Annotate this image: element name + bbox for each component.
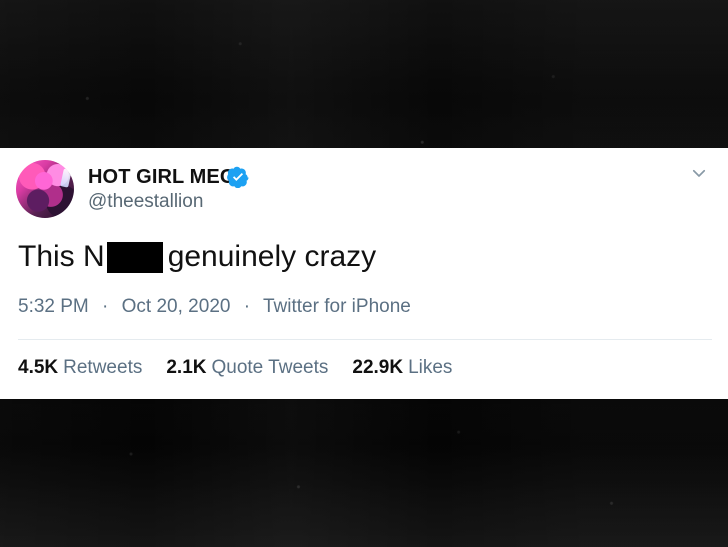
retweets-count: 4.5K [18,357,59,378]
tweet-source[interactable]: Twitter for iPhone [263,296,411,317]
tweet-metadata: 5:32 PM · Oct 20, 2020 · Twitter for iPh… [18,296,411,318]
tweet-time[interactable]: 5:32 PM [18,296,89,317]
tweet-card[interactable]: HOT GIRL MEG @theestallion This N genuine… [0,148,728,399]
tweet-text: This N genuinely crazy [18,239,376,274]
tweet-menu-button[interactable] [688,162,710,184]
redaction-block [106,241,163,273]
avatar[interactable] [16,160,74,218]
stats-divider [18,339,712,340]
meta-separator: · [243,296,251,317]
tweet-date[interactable]: Oct 20, 2020 [122,296,231,317]
quote-tweets-stat[interactable]: 2.1K Quote Tweets [166,357,328,379]
quote-tweets-count: 2.1K [166,357,207,378]
display-name[interactable]: HOT GIRL MEG [88,166,236,189]
chevron-down-icon [692,169,706,177]
meta-separator: · [102,296,109,317]
user-handle[interactable]: @theestallion [88,191,203,213]
likes-stat[interactable]: 22.9K Likes [352,357,452,379]
likes-label: Likes [408,357,453,378]
retweets-stat[interactable]: 4.5K Retweets [18,357,142,379]
avatar-detail [60,168,72,188]
engagement-stats: 4.5K Retweets 2.1K Quote Tweets 22.9K Li… [18,357,452,379]
tweet-text-suffix: genuinely crazy [167,240,377,274]
verified-badge-icon [227,166,249,188]
tweet-text-prefix: This N [18,240,105,274]
likes-count: 22.9K [352,357,404,378]
retweets-label: Retweets [63,357,143,378]
quote-tweets-label: Quote Tweets [211,357,329,378]
